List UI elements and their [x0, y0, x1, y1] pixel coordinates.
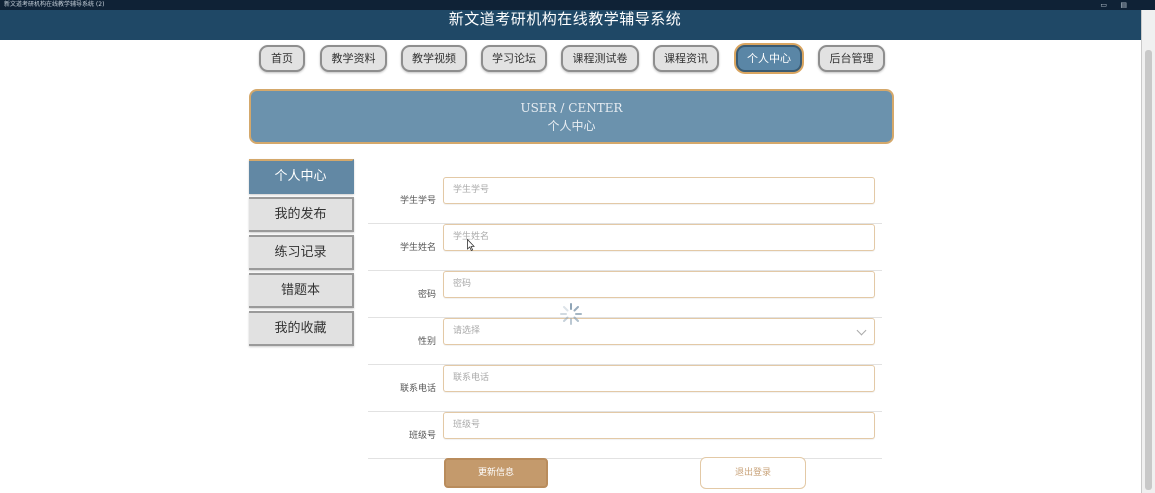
- maximize-icon[interactable]: ▤: [1120, 0, 1127, 10]
- mouse-cursor-icon: [467, 239, 475, 251]
- nav-user-center[interactable]: 个人中心: [736, 45, 802, 72]
- phone-label: 联系电话: [399, 384, 436, 394]
- chevron-down-icon: [856, 325, 867, 336]
- page-scrollbar[interactable]: [1141, 10, 1155, 493]
- nav-course-tests[interactable]: 课程测试卷: [561, 45, 639, 72]
- nav-study-forum[interactable]: 学习论坛: [481, 45, 547, 72]
- sidebar-item-favorites[interactable]: 我的收藏: [249, 311, 354, 346]
- sidebar-item-practice-records[interactable]: 练习记录: [249, 235, 354, 270]
- gender-select[interactable]: 请选择: [443, 318, 875, 345]
- form-row-student-id: 学生学号 学生学号: [368, 177, 882, 224]
- form-row-phone: 联系电话 联系电话: [368, 365, 882, 412]
- nav-admin[interactable]: 后台管理: [818, 45, 885, 72]
- student-name-input[interactable]: 学生姓名: [443, 224, 875, 251]
- form-row-student-name: 学生姓名 学生姓名: [368, 224, 882, 271]
- update-info-button[interactable]: 更新信息: [444, 458, 548, 488]
- site-header: 新文道考研机构在线教学辅导系统: [0, 10, 1142, 40]
- sidebar-item-wrong-questions[interactable]: 错题本: [249, 273, 354, 308]
- nav-teaching-materials[interactable]: 教学资料: [320, 45, 387, 72]
- form-row-class-no: 班级号 班级号: [368, 412, 882, 459]
- page-banner: USER / CENTER 个人中心: [249, 89, 894, 144]
- window-titlebar: 新文道考研机构在线教学辅导系统 (2) ▭ ▤: [0, 0, 1155, 10]
- phone-input[interactable]: 联系电话: [443, 365, 875, 392]
- site-title: 新文道考研机构在线教学辅导系统: [448, 10, 682, 28]
- minimize-icon[interactable]: ▭: [1100, 0, 1107, 10]
- student-id-input[interactable]: 学生学号: [443, 177, 875, 204]
- student-id-label: 学生学号: [399, 196, 436, 206]
- form-row-password: 密码 密码: [368, 271, 882, 318]
- banner-title-zh: 个人中心: [547, 119, 596, 133]
- loading-spinner-icon: [560, 303, 582, 325]
- class-no-input[interactable]: 班级号: [443, 412, 875, 439]
- gender-label: 性别: [417, 337, 436, 347]
- window-title: 新文道考研机构在线教学辅导系统 (2): [4, 1, 105, 8]
- gender-select-value: 请选择: [453, 326, 481, 336]
- nav-teaching-videos[interactable]: 教学视频: [401, 45, 467, 72]
- sidebar-item-my-posts[interactable]: 我的发布: [249, 197, 354, 232]
- password-label: 密码: [417, 290, 436, 300]
- sidebar-item-user-center[interactable]: 个人中心: [249, 159, 354, 194]
- form-row-gender: 性别 请选择: [368, 318, 882, 365]
- banner-title-en: USER / CENTER: [520, 101, 623, 115]
- nav-course-news[interactable]: 课程资讯: [653, 45, 719, 72]
- nav-home[interactable]: 首页: [259, 45, 305, 72]
- logout-button[interactable]: 退出登录: [700, 457, 806, 489]
- password-input[interactable]: 密码: [443, 271, 875, 298]
- scrollbar-thumb[interactable]: [1145, 50, 1152, 490]
- class-no-label: 班级号: [408, 431, 436, 441]
- student-name-label: 学生姓名: [399, 243, 436, 253]
